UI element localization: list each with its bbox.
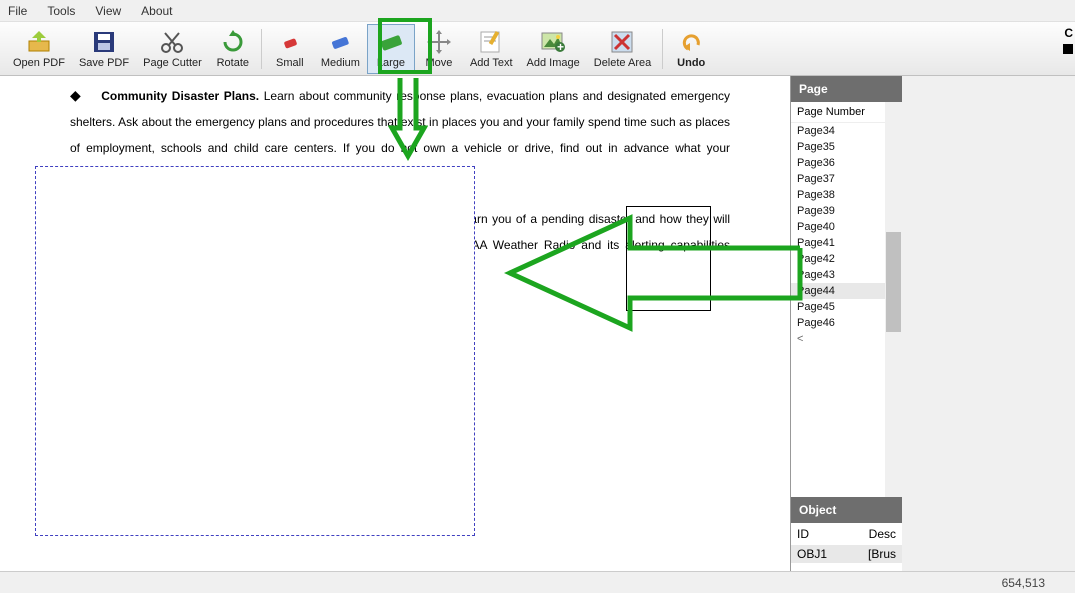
eraser-large-icon xyxy=(377,28,405,56)
svg-text:+: + xyxy=(557,40,564,54)
workspace: ◆ Community Disaster Plans. Learn about … xyxy=(0,76,1075,593)
eraser-small-icon xyxy=(276,28,304,56)
eraser-medium-label: Medium xyxy=(321,57,360,69)
delete-area-icon xyxy=(608,28,636,56)
para1-heading: Community Disaster Plans. xyxy=(101,89,259,103)
toolbar: Open PDF Save PDF Page Cutter Rotate Sma… xyxy=(0,22,1075,76)
object-panel-header: Object xyxy=(791,497,902,523)
add-text-label: Add Text xyxy=(470,57,513,69)
menu-about[interactable]: About xyxy=(141,4,172,18)
page-cutter-icon xyxy=(158,28,186,56)
object-table-header: ID Desc xyxy=(791,523,902,545)
move-label: Move xyxy=(425,57,452,69)
undo-icon xyxy=(677,28,705,56)
side-panel: Page Page Number Page34Page35Page36Page3… xyxy=(790,76,902,593)
eraser-small-button[interactable]: Small xyxy=(266,24,314,74)
menu-tools[interactable]: Tools xyxy=(47,4,75,18)
page-cutter-button[interactable]: Page Cutter xyxy=(136,24,209,74)
rotate-button[interactable]: Rotate xyxy=(209,24,257,74)
eraser-medium-button[interactable]: Medium xyxy=(314,24,367,74)
add-image-label: Add Image xyxy=(527,57,580,69)
eraser-large-button[interactable]: Large xyxy=(367,24,415,74)
undo-label: Undo xyxy=(677,57,705,69)
eraser-large-label: Large xyxy=(377,57,405,69)
top-right-square xyxy=(1063,44,1073,54)
object-id-cell: OBJ1 xyxy=(797,547,827,561)
add-text-icon xyxy=(477,28,505,56)
add-image-icon: + xyxy=(539,28,567,56)
eraser-small-label: Small xyxy=(276,57,304,69)
open-pdf-icon xyxy=(25,28,53,56)
delete-area-button[interactable]: Delete Area xyxy=(587,24,658,74)
save-pdf-label: Save PDF xyxy=(79,57,129,69)
move-button[interactable]: Move xyxy=(415,24,463,74)
rotate-icon xyxy=(219,28,247,56)
top-right-char: C xyxy=(1064,26,1073,40)
status-coordinates: 654,513 xyxy=(1002,576,1045,590)
toolbar-separator xyxy=(662,29,663,69)
page-list-scrollbar[interactable] xyxy=(885,102,902,497)
open-pdf-label: Open PDF xyxy=(13,57,65,69)
object-id-header: ID xyxy=(797,527,809,541)
page-panel-header: Page xyxy=(791,76,902,102)
move-icon xyxy=(425,28,453,56)
object-row[interactable]: OBJ1 [Brus xyxy=(791,545,902,563)
object-desc-cell: [Brus xyxy=(868,547,896,561)
page-cutter-label: Page Cutter xyxy=(143,57,202,69)
menu-view[interactable]: View xyxy=(95,4,121,18)
add-image-button[interactable]: + Add Image xyxy=(520,24,587,74)
delete-area-label: Delete Area xyxy=(594,57,651,69)
add-text-button[interactable]: Add Text xyxy=(463,24,520,74)
undo-button[interactable]: Undo xyxy=(667,24,715,74)
page-list-scroll-thumb[interactable] xyxy=(886,232,901,332)
eraser-medium-icon xyxy=(326,28,354,56)
toolbar-separator xyxy=(261,29,262,69)
document-area[interactable]: ◆ Community Disaster Plans. Learn about … xyxy=(0,76,790,593)
save-pdf-icon xyxy=(90,28,118,56)
save-pdf-button[interactable]: Save PDF xyxy=(72,24,136,74)
page-list: Page Number Page34Page35Page36Page37Page… xyxy=(791,102,902,497)
menubar: File Tools View About xyxy=(0,0,1075,22)
eraser-cursor[interactable] xyxy=(626,206,711,311)
status-bar: 654,513 xyxy=(0,571,1075,593)
object-desc-header: Desc xyxy=(869,527,896,541)
erase-selection-box[interactable] xyxy=(35,166,475,536)
menu-file[interactable]: File xyxy=(8,4,27,18)
open-pdf-button[interactable]: Open PDF xyxy=(6,24,72,74)
rotate-label: Rotate xyxy=(217,57,249,69)
